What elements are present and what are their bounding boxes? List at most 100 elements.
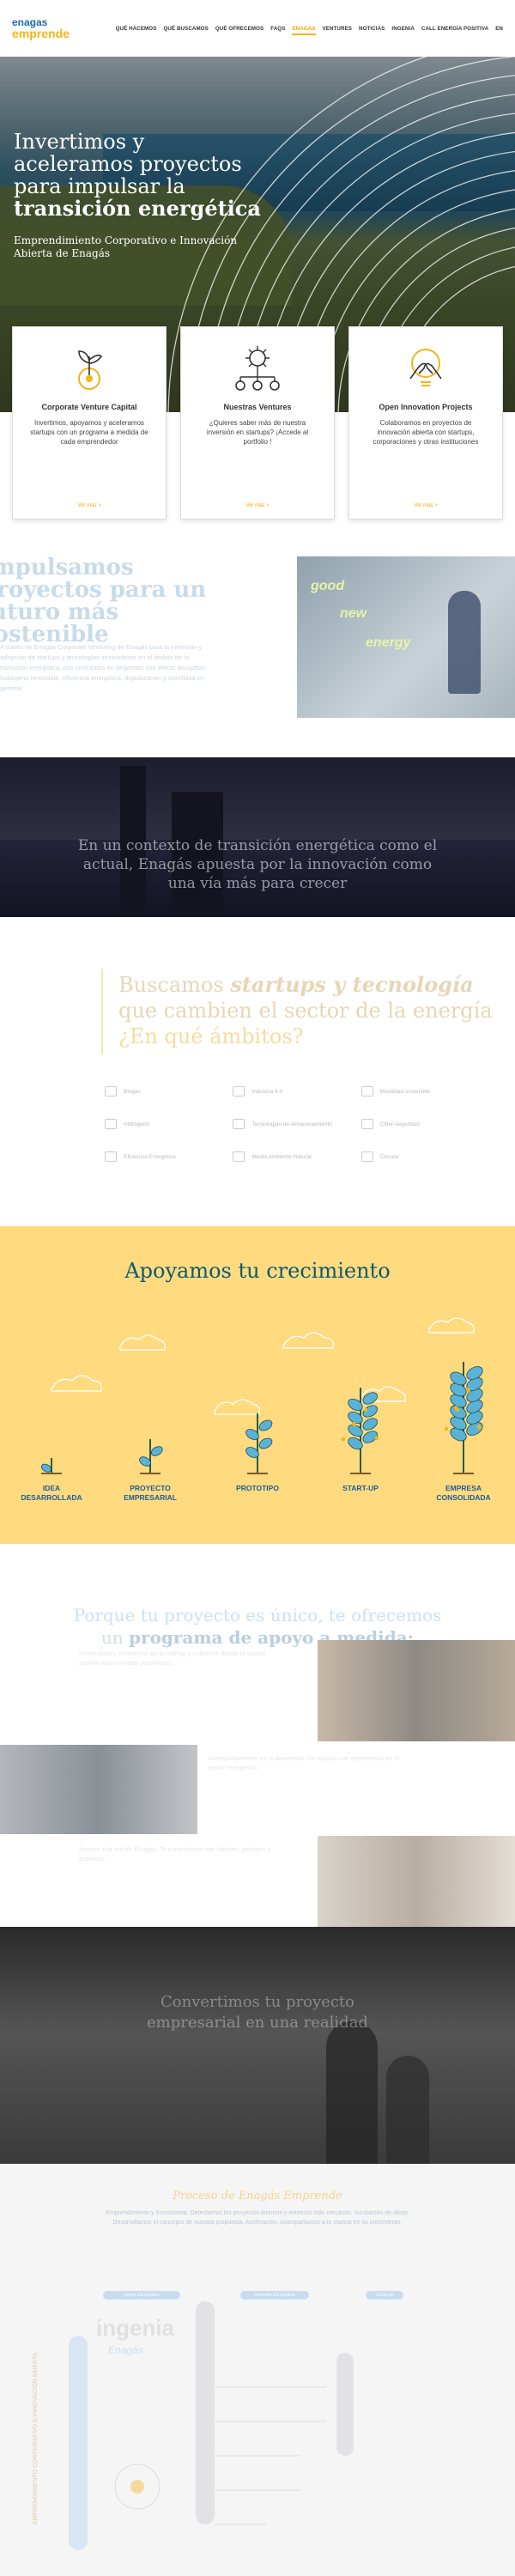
- area-item: Eficiencia Energética: [105, 1149, 226, 1164]
- area-item: Biogás: [105, 1084, 226, 1099]
- nav-item-en[interactable]: EN: [495, 26, 503, 32]
- coins-photo: [318, 1640, 515, 1741]
- plant-flower: [363, 1407, 368, 1413]
- hero-title-bold: transición energética: [14, 196, 261, 221]
- clouds: [51, 1317, 476, 1415]
- hero-subtitle: Emprendimiento Corporativo e Innovación …: [14, 234, 238, 259]
- area-item: Industria 4.0: [233, 1084, 354, 1099]
- buscamos-accent-line: [101, 969, 103, 1054]
- plant-leaf: [258, 1437, 273, 1449]
- main-menu: QUÉ HACEMOS QUÉ BUSCAMOS QUÉ OFRECEMOS FAQS…: [116, 26, 503, 35]
- buscamos-heading-part: que cambien el sector de la energía: [118, 999, 493, 1023]
- card-open-innovation[interactable]: Open Innovation Projects Colaboramos en …: [348, 326, 503, 519]
- buscamos-heading: Buscamos startups y tecnología que cambi…: [118, 972, 513, 1049]
- card-title: Open Innovation Projects: [379, 403, 473, 411]
- cloud-icon: [214, 1399, 261, 1415]
- nav-item-ventures[interactable]: VENTURES: [323, 26, 353, 32]
- area-label: Industria 4.0: [251, 1088, 283, 1095]
- process-connectors: [215, 2386, 326, 2525]
- area-label: Hidrógeno: [124, 1121, 149, 1127]
- logo-line2: emprende: [12, 27, 70, 40]
- area-icon: [360, 1119, 373, 1129]
- enagas-emprende-logo[interactable]: enagas emprende: [12, 17, 70, 39]
- area-item: Tecnologías de Almacenamiento: [233, 1116, 354, 1132]
- area-item: Medio Ambiente Natural: [233, 1149, 354, 1164]
- plant-leaf: [150, 1446, 163, 1456]
- programa-block2: Acompañamiento en tu desarrollo. Un equi…: [208, 1754, 400, 1771]
- programa-heading-line1: Porque tu proyecto es único, te ofrecemo…: [73, 1605, 442, 1625]
- sprout-icon: [78, 350, 103, 390]
- nav-item-qu-ofrecemos[interactable]: QUÉ OFRECEMOS: [215, 26, 264, 32]
- person-figure: [448, 591, 481, 694]
- area-icon: [105, 1086, 117, 1097]
- area-icon: [233, 1151, 245, 1162]
- hero-title-line3: para impulsar la: [14, 174, 185, 198]
- card-more-link[interactable]: Ver más >: [181, 503, 334, 508]
- area-label: Circular: [379, 1153, 400, 1160]
- cloud-icon: [119, 1334, 167, 1351]
- plant-flower: [374, 1436, 379, 1441]
- buscamos-heading-italic: startups y tecnología: [230, 972, 474, 997]
- buscamos-heading-part: Buscamos: [118, 973, 231, 997]
- image-word: good: [311, 579, 345, 593]
- process-cycle-center: [130, 2480, 144, 2494]
- card-nuestras-ventures[interactable]: Nuestras Ventures ¿Quieres saber más de …: [180, 326, 335, 519]
- card-corporate-venture-capital[interactable]: Corporate Venture Capital Invertimos, ap…: [12, 326, 167, 519]
- buscamos-heading-question: ¿En qué ámbitos?: [118, 1024, 304, 1048]
- cloud-icon: [51, 1375, 103, 1392]
- nav-item-qu-buscamos[interactable]: QUÉ BUSCAMOS: [163, 26, 208, 32]
- area-icon: [105, 1151, 117, 1162]
- area-label: Tecnologías de Almacenamiento: [251, 1121, 332, 1127]
- area-label: Eficiencia Energética: [124, 1153, 176, 1160]
- nav-item-call-energ-a-positiva[interactable]: CALL ENERGÍA POSITIVA: [421, 26, 488, 32]
- card-text: Colaboramos en proyectos de innovación a…: [373, 419, 479, 446]
- proceso-section: Proceso de Enagás Emprende Emprendimient…: [0, 2164, 515, 2576]
- area-label: Biogás: [124, 1088, 141, 1095]
- card-more-link[interactable]: Ver más >: [13, 503, 166, 508]
- plant-flower: [476, 1425, 482, 1429]
- nav-item-qu-hacemos[interactable]: QUÉ HACEMOS: [116, 26, 157, 32]
- stage-label: PROYECTO EMPRESARIAL: [124, 1484, 177, 1502]
- business-people-photo: [0, 1745, 197, 1834]
- plant-flower: [351, 1421, 356, 1426]
- card-text: Invertimos, apoyamos y aceleramos startu…: [30, 419, 148, 446]
- areas-grid: Biogás Industria 4.0 Movilidad sostenible H…: [105, 1084, 482, 1164]
- card-text: ¿Quieres saber más de nuestra inversión …: [206, 419, 309, 446]
- area-item: Movilidad sostenible: [360, 1084, 482, 1099]
- image-word: energy: [366, 635, 411, 650]
- card-more-link[interactable]: Ver más >: [349, 503, 502, 508]
- good-new-energy-image: good new energy: [297, 556, 515, 718]
- nav-item-ingenia[interactable]: INGENIA: [391, 26, 414, 32]
- area-label: Ciber-seguridad: [379, 1121, 420, 1127]
- crecimiento-section: Apoyamos tu crecimiento IDEA DESARROLLAD…: [0, 1226, 515, 1544]
- area-item: Circular: [360, 1149, 482, 1164]
- stage-label: EMPRESA CONSOLIDADA: [436, 1484, 491, 1502]
- plant-leaf: [348, 1437, 363, 1450]
- programa-block3: Acceso a la red de Enagás. Te conectamos…: [79, 1845, 271, 1862]
- plant-flower: [453, 1406, 458, 1410]
- stage-label: IDEA DESARROLLADA: [21, 1484, 82, 1502]
- plant-leaf: [258, 1419, 273, 1431]
- handshake-bulb-icon: [409, 349, 442, 386]
- area-icon: [360, 1086, 373, 1097]
- programa-heading-part: un: [100, 1627, 130, 1648]
- area-icon: [233, 1086, 245, 1097]
- area-item: Hidrógeno: [105, 1116, 226, 1132]
- area-item: Ciber-seguridad: [360, 1116, 482, 1132]
- plant-leaf: [362, 1405, 378, 1418]
- person-silhouette: [386, 2056, 429, 2164]
- plant-leaf: [362, 1418, 378, 1431]
- card-title: Corporate Venture Capital: [41, 403, 137, 411]
- card-title: Nuestras Ventures: [223, 403, 292, 411]
- plant-flower: [444, 1426, 449, 1431]
- nav-item-enagas[interactable]: ENAGAS: [292, 26, 316, 35]
- nav-item-faqs[interactable]: FAQS: [270, 26, 285, 32]
- area-icon: [360, 1151, 373, 1162]
- area-icon: [233, 1119, 245, 1129]
- area-label: Medio Ambiente Natural: [251, 1153, 312, 1160]
- nav-item-noticias[interactable]: NOTICIAS: [359, 26, 385, 32]
- area-icon: [105, 1119, 117, 1129]
- plant-flower: [465, 1388, 470, 1392]
- programa-block1: Financiación. Invertimos en tu startup y…: [79, 1649, 266, 1667]
- impulsamos-heading: Impulsamos proyectos para un futuro más …: [0, 555, 207, 647]
